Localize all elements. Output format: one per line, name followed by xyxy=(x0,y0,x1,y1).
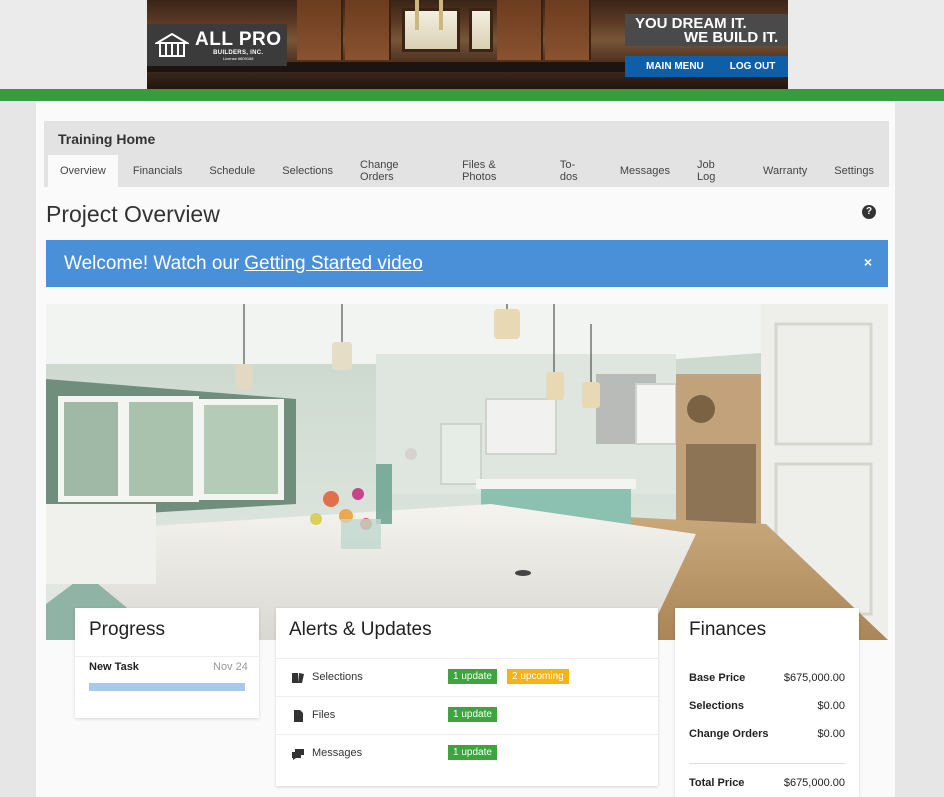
company-logo[interactable]: ALL PRO BUILDERS, INC. License #809158 xyxy=(147,24,287,66)
alert-label: Messages xyxy=(312,747,363,759)
tab-warranty[interactable]: Warranty xyxy=(751,155,819,187)
tab-overview[interactable]: Overview xyxy=(48,155,118,187)
header-nav: MAIN MENU LOG OUT xyxy=(625,56,788,77)
logo-sub-text: BUILDERS, INC. xyxy=(213,49,264,56)
finance-total-value: $675,000.00 xyxy=(783,777,845,789)
alerts-title: Alerts & Updates xyxy=(289,619,432,640)
tab-messages[interactable]: Messages xyxy=(608,155,682,187)
task-date: Nov 24 xyxy=(213,661,248,673)
alert-label: Files xyxy=(312,709,336,721)
upcoming-badge[interactable]: 2 upcoming xyxy=(507,669,569,684)
finances-title: Finances xyxy=(689,619,767,640)
log-out-link[interactable]: LOG OUT xyxy=(730,61,776,72)
alert-row-files[interactable]: Files 1 update xyxy=(276,696,658,734)
finance-value: $675,000.00 xyxy=(783,672,845,684)
file-icon xyxy=(294,710,303,722)
alerts-card: Alerts & Updates Selections 1 update 2 u… xyxy=(276,608,658,786)
finance-label: Change Orders xyxy=(689,728,769,740)
finance-value: $0.00 xyxy=(817,700,845,712)
welcome-banner: Welcome! Watch our Getting Started video… xyxy=(46,240,888,287)
messages-icon xyxy=(292,749,304,760)
alert-row-selections[interactable]: Selections 1 update 2 upcoming xyxy=(276,658,658,696)
project-name: Training Home xyxy=(58,131,156,147)
finance-label: Base Price xyxy=(689,672,746,684)
help-icon[interactable]: ? xyxy=(862,205,876,219)
tab-selections[interactable]: Selections xyxy=(270,155,345,187)
tab-to-dos[interactable]: To-dos xyxy=(548,155,605,187)
tab-change-orders[interactable]: Change Orders xyxy=(348,155,447,187)
update-badge[interactable]: 1 update xyxy=(448,707,497,722)
update-badge[interactable]: 1 update xyxy=(448,745,497,760)
tagline-line-2: WE BUILD IT. xyxy=(684,29,779,46)
close-icon[interactable]: × xyxy=(864,254,872,270)
tab-financials[interactable]: Financials xyxy=(121,155,195,187)
site-header: ALL PRO BUILDERS, INC. License #809158 Y… xyxy=(0,0,944,89)
task-name[interactable]: New Task xyxy=(89,661,139,673)
main-menu-link[interactable]: MAIN MENU xyxy=(646,61,704,72)
house-logo-icon xyxy=(155,32,189,58)
alert-row-messages[interactable]: Messages 1 update xyxy=(276,734,658,772)
logo-license-text: License #809158 xyxy=(223,55,254,61)
project-tabs: Overview Financials Schedule Selections … xyxy=(48,155,889,187)
finance-label: Selections xyxy=(689,700,745,712)
tab-job-log[interactable]: Job Log xyxy=(685,155,748,187)
tagline: YOU DREAM IT. WE BUILD IT. xyxy=(625,14,788,46)
page-title: Project Overview xyxy=(46,201,220,227)
alert-label: Selections xyxy=(312,671,363,683)
finance-divider xyxy=(689,763,845,764)
project-header: Training Home Overview Financials Schedu… xyxy=(44,121,889,187)
tab-schedule[interactable]: Schedule xyxy=(197,155,267,187)
update-badge[interactable]: 1 update xyxy=(448,669,497,684)
tab-files-photos[interactable]: Files & Photos xyxy=(450,155,545,187)
accent-bar xyxy=(0,89,944,101)
selections-icon xyxy=(292,673,304,683)
logo-main-text: ALL PRO xyxy=(195,28,282,50)
page-gutter xyxy=(895,101,944,797)
task-progress-bar xyxy=(89,683,245,691)
progress-title: Progress xyxy=(89,619,166,640)
finance-total-label: Total Price xyxy=(689,777,745,789)
getting-started-link[interactable]: Getting Started video xyxy=(244,253,423,275)
project-cover-photo xyxy=(46,304,888,640)
welcome-text: Welcome! Watch our xyxy=(64,252,240,274)
finances-card: Finances Base Price $675,000.00 Selectio… xyxy=(675,608,859,797)
finance-value: $0.00 xyxy=(817,728,845,740)
tab-settings[interactable]: Settings xyxy=(822,155,886,187)
